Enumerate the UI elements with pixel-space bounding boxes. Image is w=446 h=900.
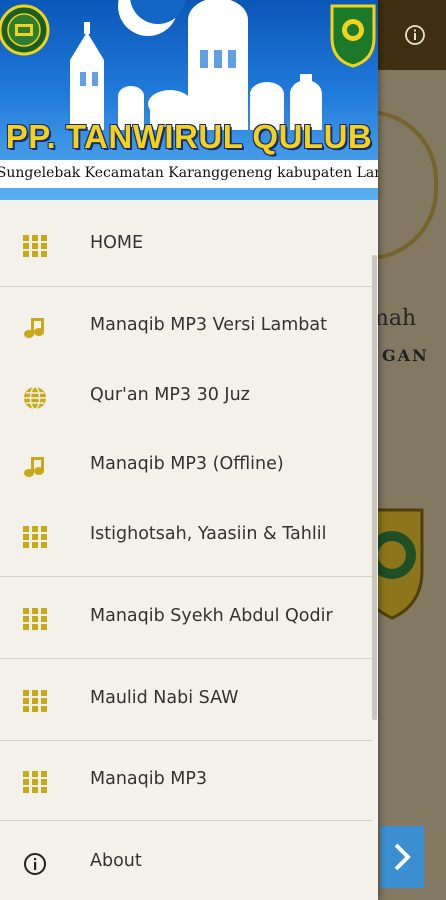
- menu-item-home[interactable]: HOME: [0, 215, 378, 275]
- menu-item-manaqib-mp3-offline[interactable]: Manaqib MP3 (Offline): [0, 436, 378, 496]
- menu-item-manaqib-mp3-versi-lambat[interactable]: Manaqib MP3 Versi Lambat: [0, 297, 378, 357]
- emblem-logo-icon: [330, 4, 376, 68]
- menu-item-label: Manaqib MP3 (Offline): [90, 454, 284, 474]
- grid-icon: [23, 690, 47, 712]
- menu-item-manaqib-mp3[interactable]: Manaqib MP3: [0, 751, 378, 811]
- divider: [0, 286, 372, 287]
- divider: [0, 658, 372, 659]
- divider: [0, 820, 372, 821]
- divider: [0, 740, 372, 741]
- menu-item-label: HOME: [90, 233, 144, 253]
- app-title: PP. TANWIRUL QULUB: [5, 118, 373, 155]
- divider: [0, 576, 372, 577]
- menu-item-about[interactable]: About: [0, 833, 378, 893]
- grid-icon: [23, 608, 47, 630]
- grid-icon: [23, 526, 47, 548]
- globe-icon: [24, 386, 46, 410]
- menu-item-label: Maulid Nabi SAW: [90, 688, 239, 708]
- menu-item-label: Manaqib MP3 Versi Lambat: [90, 315, 327, 335]
- grid-icon: [23, 235, 47, 257]
- menu-item-maulid-nabi-saw[interactable]: Maulid Nabi SAW: [0, 670, 378, 730]
- menu-item-manaqib-syekh-abdul-qodir[interactable]: Manaqib Syekh Abdul Qodir: [0, 588, 378, 648]
- menu-item-quran-mp3-30-juz[interactable]: Qur'an MP3 30 Juz: [0, 367, 378, 427]
- drawer-header: PP. TANWIRUL QULUB a Sungelebak Kecamata…: [0, 0, 378, 200]
- drawer-scrollbar[interactable]: [372, 255, 377, 720]
- address-text: a Sungelebak Kecamatan Karanggeneng kabu…: [0, 165, 378, 181]
- menu-item-label: Manaqib MP3: [90, 769, 208, 789]
- menu-item-label: About: [90, 851, 142, 871]
- school-logo-icon: [0, 4, 50, 56]
- address-marquee: a Sungelebak Kecamatan Karanggeneng kabu…: [0, 160, 378, 188]
- drawer-scrim[interactable]: [378, 70, 446, 900]
- next-button[interactable]: [380, 826, 424, 888]
- menu-item-istighotsah-yaasiin-tahlil[interactable]: Istighotsah, Yaasiin & Tahlil: [0, 506, 378, 566]
- menu-item-label: Istighotsah, Yaasiin & Tahlil: [90, 524, 327, 544]
- info-icon: [24, 853, 46, 875]
- info-icon[interactable]: [404, 24, 426, 46]
- grid-icon: [23, 771, 47, 793]
- music-note-icon: [24, 318, 44, 338]
- navigation-drawer: PP. TANWIRUL QULUB a Sungelebak Kecamata…: [0, 0, 378, 900]
- chevron-right-icon: [394, 843, 411, 871]
- menu-item-label: Manaqib Syekh Abdul Qodir: [90, 606, 333, 626]
- music-note-icon: [24, 457, 44, 477]
- menu-item-label: Qur'an MP3 30 Juz: [90, 385, 250, 405]
